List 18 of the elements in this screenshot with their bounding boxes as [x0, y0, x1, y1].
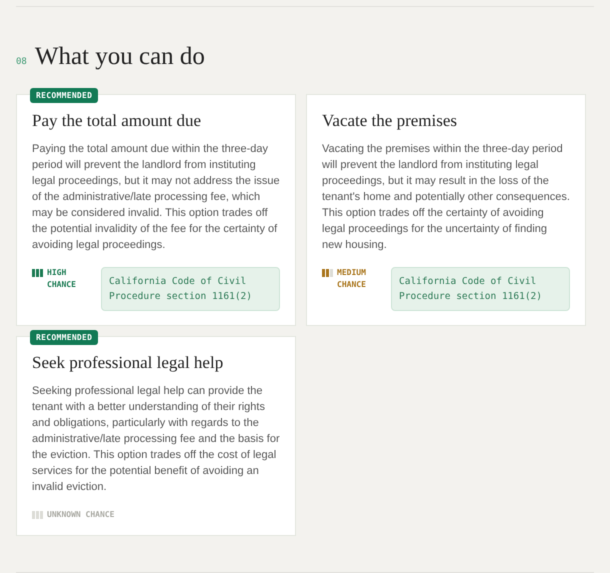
option-title: Seek professional legal help	[32, 353, 224, 373]
option-description: Seeking professional legal help can provide the tenant with a better understanding of their rights and obligations, particularly with regards to the administrative/late processing fee and the basis for the eviction. This option trades off the cost of legal services for the potential benefit of avoiding an invalid eviction.	[32, 384, 280, 495]
option-title: Pay the total amount due	[32, 111, 202, 131]
chance-bars-icon	[32, 511, 43, 519]
chance-label: HIGH CHANCE	[47, 267, 77, 291]
chance-label: MEDIUM CHANCE	[337, 267, 367, 291]
chance-bars-icon	[322, 269, 333, 277]
option-title: Vacate the premises	[322, 111, 458, 131]
section-title: What you can do	[34, 43, 205, 71]
recommended-badge: RECOMMENDED	[30, 330, 98, 345]
chance-bars-icon	[32, 269, 43, 277]
recommended-badge: RECOMMENDED	[30, 88, 98, 103]
section-number: 08	[16, 57, 27, 67]
chance-label: UNKNOWN CHANCE	[47, 509, 114, 521]
option-description: Vacating the premises within the three-day period will prevent the landlord from instituting legal proceedings, but it may result in the loss of the tenant's home and potentially other consequences. This option trades off the certainty of avoiding legal proceedings for the uncertainty of finding new housing.	[322, 142, 570, 253]
citation-tag: California Code of Civil Procedure section 1161(2)	[391, 267, 570, 311]
citation-tag: California Code of Civil Procedure section 1161(2)	[101, 267, 280, 311]
option-description: Paying the total amount due within the three-day period will prevent the landlord from instituting legal proceedings, but it may not address the issue of the administrative/late processing fee, which may be considered invalid. This option trades off the potential invalidity of the fee for the certainty of avoiding legal proceedings.	[32, 142, 280, 253]
